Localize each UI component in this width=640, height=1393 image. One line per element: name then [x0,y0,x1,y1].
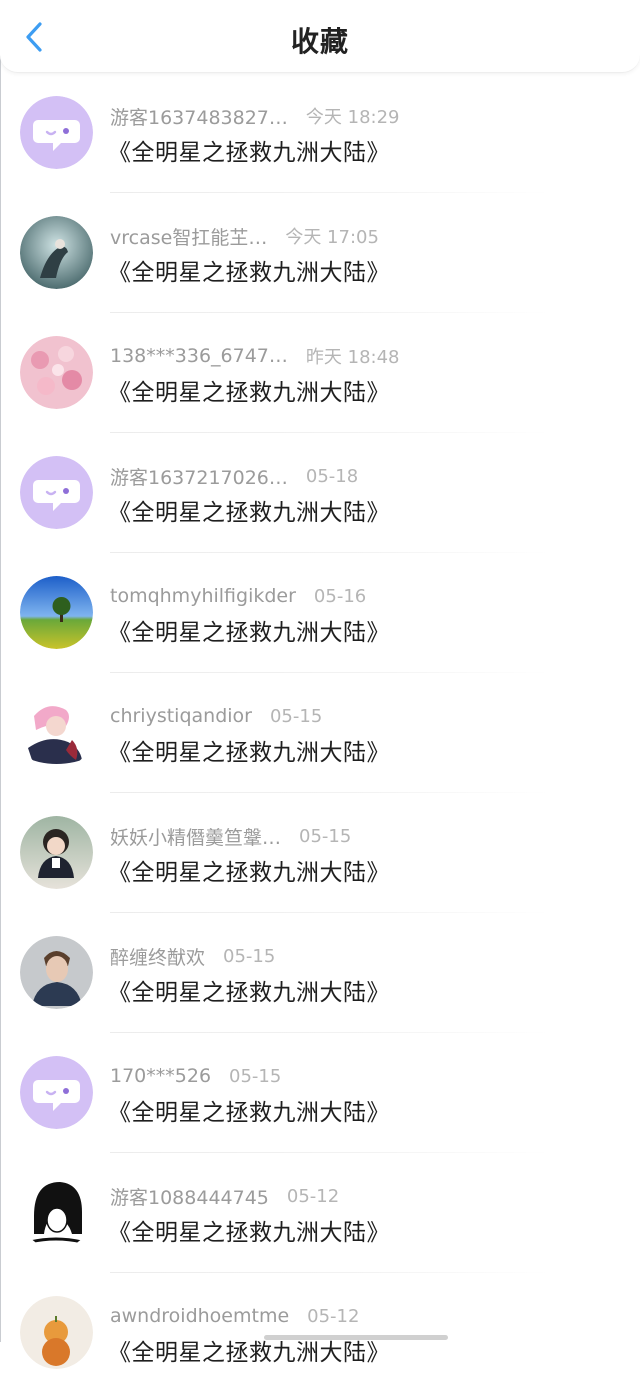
favorite-item[interactable]: 170***526 05-15 《全明星之拯救九洲大陆》 [0,1033,640,1153]
favorites-list[interactable]: 游客1637483827… 今天 18:29 《全明星之拯救九洲大陆》 vrca… [0,73,640,1393]
timestamp: 今天 18:29 [305,107,400,128]
photo-avatar-black-hair [20,1176,93,1249]
item-meta: vrcase智扛能芏… 今天 17:05 [110,223,379,249]
favorite-title[interactable]: 《全明星之拯救九洲大陆》 [108,613,390,647]
item-meta: 游客1637483827… 今天 18:29 [110,103,400,129]
photo-avatar-child [20,816,93,889]
favorite-item[interactable]: 妖妖小精僭羹笪鞶… 05-15 《全明星之拯救九洲大陆》 [0,793,640,913]
username: chriystiqandior [110,705,252,727]
username: 138***336_6747… [110,345,288,367]
timestamp: 05-15 [223,945,276,967]
username: 170***526 [110,1065,212,1087]
default-chat-avatar [20,1056,93,1129]
photo-avatar-tree-field [20,576,93,649]
item-meta: chriystiqandior 05-15 [110,703,322,729]
favorite-title[interactable]: 《全明星之拯救九洲大陆》 [108,373,390,407]
photo-avatar-man [20,936,93,1009]
favorite-title[interactable]: 《全明星之拯救九洲大陆》 [108,133,390,167]
favorite-title[interactable]: 《全明星之拯救九洲大陆》 [108,853,390,887]
timestamp: 05-12 [286,1185,340,1207]
favorite-item[interactable]: 游客1637217026… 05-18 《全明星之拯救九洲大陆》 [0,433,640,553]
default-chat-avatar [20,456,93,529]
timestamp: 05-16 [313,585,367,607]
username: 醉缠终猷欢 [110,946,206,969]
favorite-title[interactable]: 《全明星之拯救九洲大陆》 [108,1213,390,1247]
favorite-title[interactable]: 《全明星之拯救九洲大陆》 [108,253,390,287]
username: tomqhmyhilfigikder [110,585,296,607]
favorite-item[interactable]: vrcase智扛能芏… 今天 17:05 《全明星之拯救九洲大陆》 [0,193,640,313]
page-title: 收藏 [290,25,349,58]
favorite-item[interactable]: 138***336_6747… 昨天 18:48 《全明星之拯救九洲大陆》 [0,313,640,433]
default-chat-avatar [20,96,93,169]
username: 游客1637483827… [110,106,288,129]
username: 妖妖小精僭羹笪鞶… [110,826,282,849]
favorite-title[interactable]: 《全明星之拯救九洲大陆》 [108,1093,390,1127]
item-meta: 醉缠终猷欢 05-15 [110,943,275,969]
username: 游客1088444745 [110,1186,269,1209]
username: 游客1637217026… [110,466,288,489]
username: awndroidhoemtme [110,1305,290,1327]
photo-avatar-fruit [20,1296,93,1369]
timestamp: 05-15 [269,705,323,727]
timestamp: 05-12 [307,1305,360,1327]
favorite-title[interactable]: 《全明星之拯救九洲大陆》 [108,973,390,1007]
favorite-title[interactable]: 《全明星之拯救九洲大陆》 [108,733,390,767]
favorite-item[interactable]: 游客1088444745 05-12 《全明星之拯救九洲大陆》 [0,1153,640,1273]
item-meta: tomqhmyhilfigikder 05-16 [110,583,366,609]
item-meta: 游客1637217026… 05-18 [110,463,358,489]
favorite-item[interactable]: 醉缠终猷欢 05-15 《全明星之拯救九洲大陆》 [0,913,640,1033]
timestamp: 05-15 [229,1065,282,1087]
favorite-item[interactable]: chriystiqandior 05-15 《全明星之拯救九洲大陆》 [0,673,640,793]
item-meta: 170***526 05-15 [110,1063,281,1089]
favorite-title[interactable]: 《全明星之拯救九洲大陆》 [108,493,390,527]
photo-avatar-pink-hair [20,696,93,769]
item-meta: 138***336_6747… 昨天 18:48 [110,343,400,369]
item-meta: 妖妖小精僭羹笪鞶… 05-15 [110,823,351,849]
photo-avatar-pink-flowers [20,336,93,409]
favorite-item[interactable]: awndroidhoemtme 05-12 《全明星之拯救九洲大陆》 [0,1273,640,1393]
timestamp: 今天 17:05 [285,227,379,248]
timestamp: 昨天 18:48 [305,347,400,368]
favorite-item[interactable]: tomqhmyhilfigikder 05-16 《全明星之拯救九洲大陆》 [0,553,640,673]
item-meta: awndroidhoemtme 05-12 [110,1303,359,1329]
timestamp: 05-18 [305,465,359,487]
top-nav-bar: 收藏 [0,0,640,73]
username: vrcase智扛能芏… [110,226,268,249]
item-meta: 游客1088444745 05-12 [110,1183,339,1209]
photo-avatar-teal [20,216,93,289]
home-indicator [264,1335,448,1340]
favorite-item[interactable]: 游客1637483827… 今天 18:29 《全明星之拯救九洲大陆》 [0,73,640,193]
timestamp: 05-15 [299,825,352,847]
